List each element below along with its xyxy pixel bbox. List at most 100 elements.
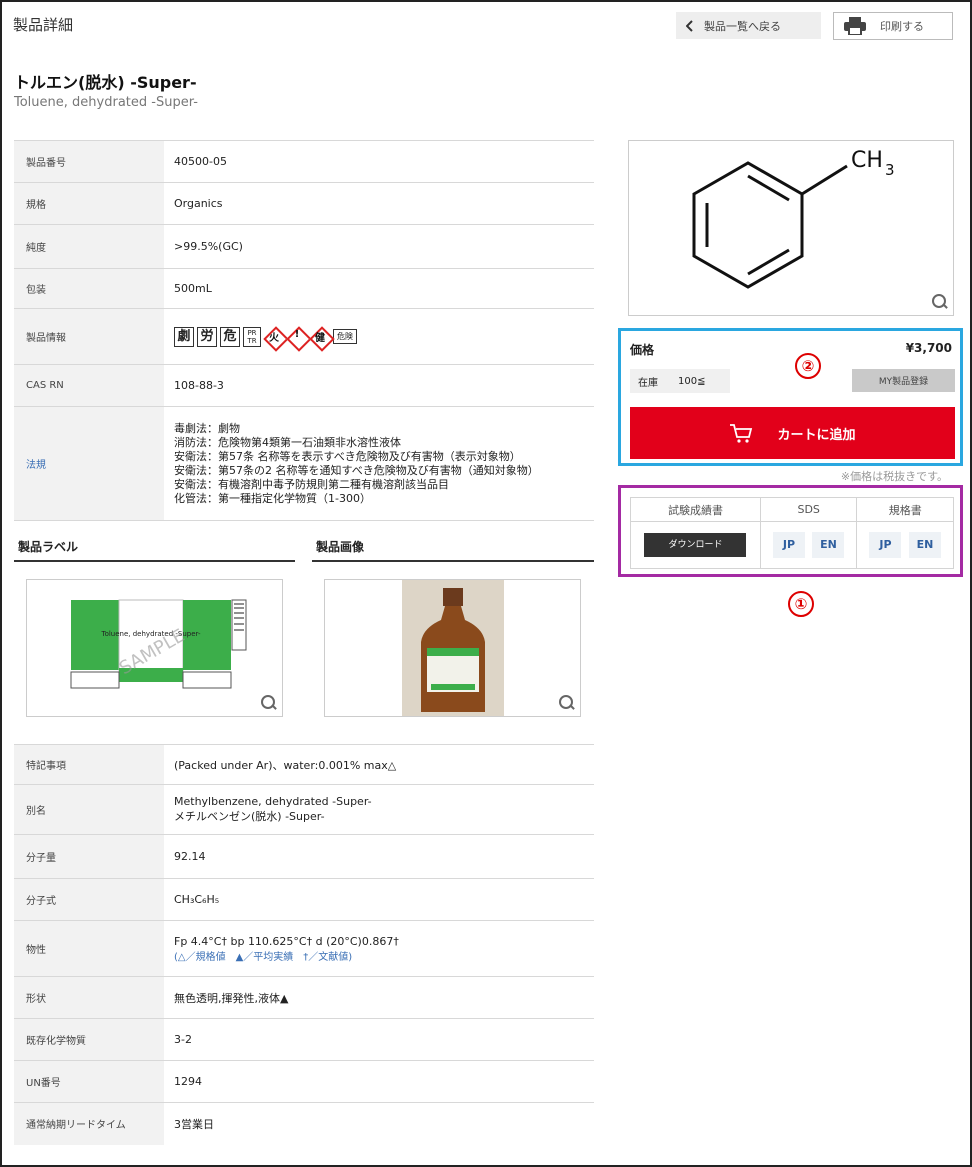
spec-row: 規格 Organics: [14, 182, 594, 225]
property-row: 分子量 92.14: [14, 834, 594, 879]
my-product-register-button[interactable]: MY製品登録: [852, 369, 955, 392]
property-key: 別名: [14, 784, 164, 835]
law-line: 毒劇法：劇物: [174, 421, 240, 435]
test-report-download-button[interactable]: ダウンロード: [644, 533, 747, 557]
price-box: 価格 ¥3,700 ② 在庫 100≦ MY製品登録 カートに追加: [618, 328, 963, 466]
property-row: 物性 Fp 4.4°C† bp 110.625°C† d (20°C)0.867…: [14, 920, 594, 977]
product-name-jp: トルエン(脱水) -Super-: [14, 73, 197, 92]
price-label: 価格: [630, 343, 655, 357]
law-line: 安衛法：有機溶剤中毒予防規則第二種有機溶剤該当品目: [174, 477, 449, 491]
methyl-label: CH: [851, 148, 883, 173]
cart-icon: [730, 424, 753, 443]
chemical-structure: CH 3: [628, 140, 954, 316]
property-key: 通常納期リードタイム: [14, 1102, 164, 1145]
tax-note: ※価格は税抜きです。: [840, 470, 948, 483]
chevron-left-icon: [686, 19, 693, 32]
property-value: Fp 4.4°C† bp 110.625°C† d (20°C)0.867† (…: [164, 920, 594, 977]
spec-table: 製品番号 40500-05 規格 Organics 純度 >99.5%(GC) …: [14, 140, 594, 521]
property-key: 既存化学物質: [14, 1018, 164, 1061]
test-report-header: 試験成績書: [630, 497, 761, 522]
alias-jp: メチルベンゼン(脱水) -Super-: [174, 810, 325, 823]
spec-value: Organics: [164, 182, 594, 225]
properties-table: 特記事項 (Packed under Ar)、water:0.001% max△…: [14, 744, 594, 1145]
property-key: UN番号: [14, 1060, 164, 1103]
property-row: 既存化学物質 3-2: [14, 1018, 594, 1061]
property-key: 特記事項: [14, 744, 164, 785]
zoom-icon[interactable]: [931, 293, 949, 311]
add-to-cart-label: カートに追加: [777, 427, 856, 443]
zoom-icon[interactable]: [558, 694, 576, 712]
sds-header: SDS: [759, 497, 858, 522]
property-key: 形状: [14, 976, 164, 1019]
property-value: 1294: [164, 1060, 594, 1103]
spec-row: 純度 >99.5%(GC): [14, 224, 594, 269]
spec-row: CAS RN 108-88-3: [14, 364, 594, 407]
annotation-badge-2: ②: [795, 353, 821, 379]
property-value: Methylbenzene, dehydrated -Super- メチルベンゼ…: [164, 784, 594, 835]
sds-en-button[interactable]: EN: [812, 532, 845, 558]
law-line: 安衛法：第57条 名称等を表示すべき危険物及び有害物（表示対象物）: [174, 449, 521, 463]
sds-jp-button[interactable]: JP: [772, 532, 805, 558]
hazard-icons: 劇 労 危 PR TR 火 ! 健 危険: [164, 308, 594, 365]
price-value: ¥3,700: [905, 341, 952, 355]
label-thumbnail: Toluene, dehydrated -Super- SAMPLE: [70, 599, 247, 689]
print-label: 印刷する: [880, 20, 924, 33]
property-row: 別名 Methylbenzene, dehydrated -Super- メチル…: [14, 784, 594, 835]
property-value: 無色透明,揮発性,液体▲: [164, 976, 594, 1019]
property-value: CH₃C₆H₅: [164, 878, 594, 921]
product-label-image[interactable]: Toluene, dehydrated -Super- SAMPLE: [26, 579, 283, 717]
spec-sheet-en-button[interactable]: EN: [908, 532, 941, 558]
labor-symbol-icon: 労: [197, 326, 217, 347]
prtr-icon: PR TR: [243, 326, 261, 347]
law-line: 安衛法：第57条の2 名称等を通知すべき危険物及び有害物（通知対象物）: [174, 463, 539, 477]
property-value: 92.14: [164, 834, 594, 879]
product-image-heading: 製品画像: [312, 536, 594, 562]
toluene-structure-diagram: CH 3: [692, 148, 895, 289]
property-row: 特記事項 (Packed under Ar)、water:0.001% max△: [14, 744, 594, 785]
health-hazard-pictogram-icon: 健: [310, 327, 330, 347]
property-row: 形状 無色透明,揮発性,液体▲: [14, 976, 594, 1019]
spec-value: >99.5%(GC): [164, 224, 594, 269]
stock-indicator: 在庫 100≦: [630, 369, 730, 393]
alias-en: Methylbenzene, dehydrated -Super-: [174, 795, 372, 808]
page-frame: 製品詳細 製品一覧へ戻る 印刷する トルエン(脱水) -Super- Tolue…: [0, 0, 972, 1167]
law-line: 消防法：危険物第4類第一石油類非水溶性液体: [174, 435, 401, 449]
property-key: 分子式: [14, 878, 164, 921]
spec-value: 108-88-3: [164, 364, 594, 407]
danger-label-icon: 危険: [333, 329, 357, 344]
print-button[interactable]: 印刷する: [833, 12, 953, 40]
regulations-list: 毒劇法：劇物 消防法：危険物第4類第一石油類非水溶性液体 安衛法：第57条 名称…: [164, 406, 594, 521]
add-to-cart-button[interactable]: カートに追加: [630, 407, 955, 459]
documents-box: 試験成績書 SDS 規格書 ダウンロード JP EN JP EN: [618, 485, 963, 577]
page-title: 製品詳細: [13, 16, 74, 34]
property-row: 分子式 CH₃C₆H₅: [14, 878, 594, 921]
spec-key: 純度: [14, 224, 164, 269]
back-to-list-button[interactable]: 製品一覧へ戻る: [676, 12, 821, 39]
spec-key: 製品情報: [14, 308, 164, 365]
law-line: 化管法：第一種指定化学物質（1-300）: [174, 491, 371, 505]
spec-key: 規格: [14, 182, 164, 225]
spec-value: 40500-05: [164, 140, 594, 183]
property-value: 3営業日: [164, 1102, 594, 1145]
regulations-link[interactable]: 法規: [14, 406, 164, 521]
spec-sheet-header: 規格書: [856, 497, 954, 522]
property-key: 分子量: [14, 834, 164, 879]
danger-symbol-icon: 危: [220, 326, 240, 347]
property-row: 通常納期リードタイム 3営業日: [14, 1102, 594, 1145]
stock-label: 在庫: [638, 377, 658, 389]
spec-row: 製品情報 劇 労 危 PR TR 火 ! 健 危険: [14, 308, 594, 365]
product-label-heading: 製品ラベル: [14, 536, 295, 562]
flame-pictogram-icon: 火: [264, 327, 284, 347]
spec-key: 製品番号: [14, 140, 164, 183]
poison-symbol-icon: 劇: [174, 326, 194, 347]
zoom-icon[interactable]: [260, 694, 278, 712]
bottle-photo: [402, 580, 504, 716]
property-value: 3-2: [164, 1018, 594, 1061]
spec-sheet-jp-button[interactable]: JP: [869, 532, 902, 558]
property-row: UN番号 1294: [14, 1060, 594, 1103]
product-photo[interactable]: [324, 579, 581, 717]
label-product-text: Toluene, dehydrated -Super-: [100, 630, 200, 638]
documents-table: 試験成績書 SDS 規格書 ダウンロード JP EN JP EN: [630, 497, 954, 569]
spec-key: CAS RN: [14, 364, 164, 407]
spec-row: 包装 500mL: [14, 268, 594, 309]
